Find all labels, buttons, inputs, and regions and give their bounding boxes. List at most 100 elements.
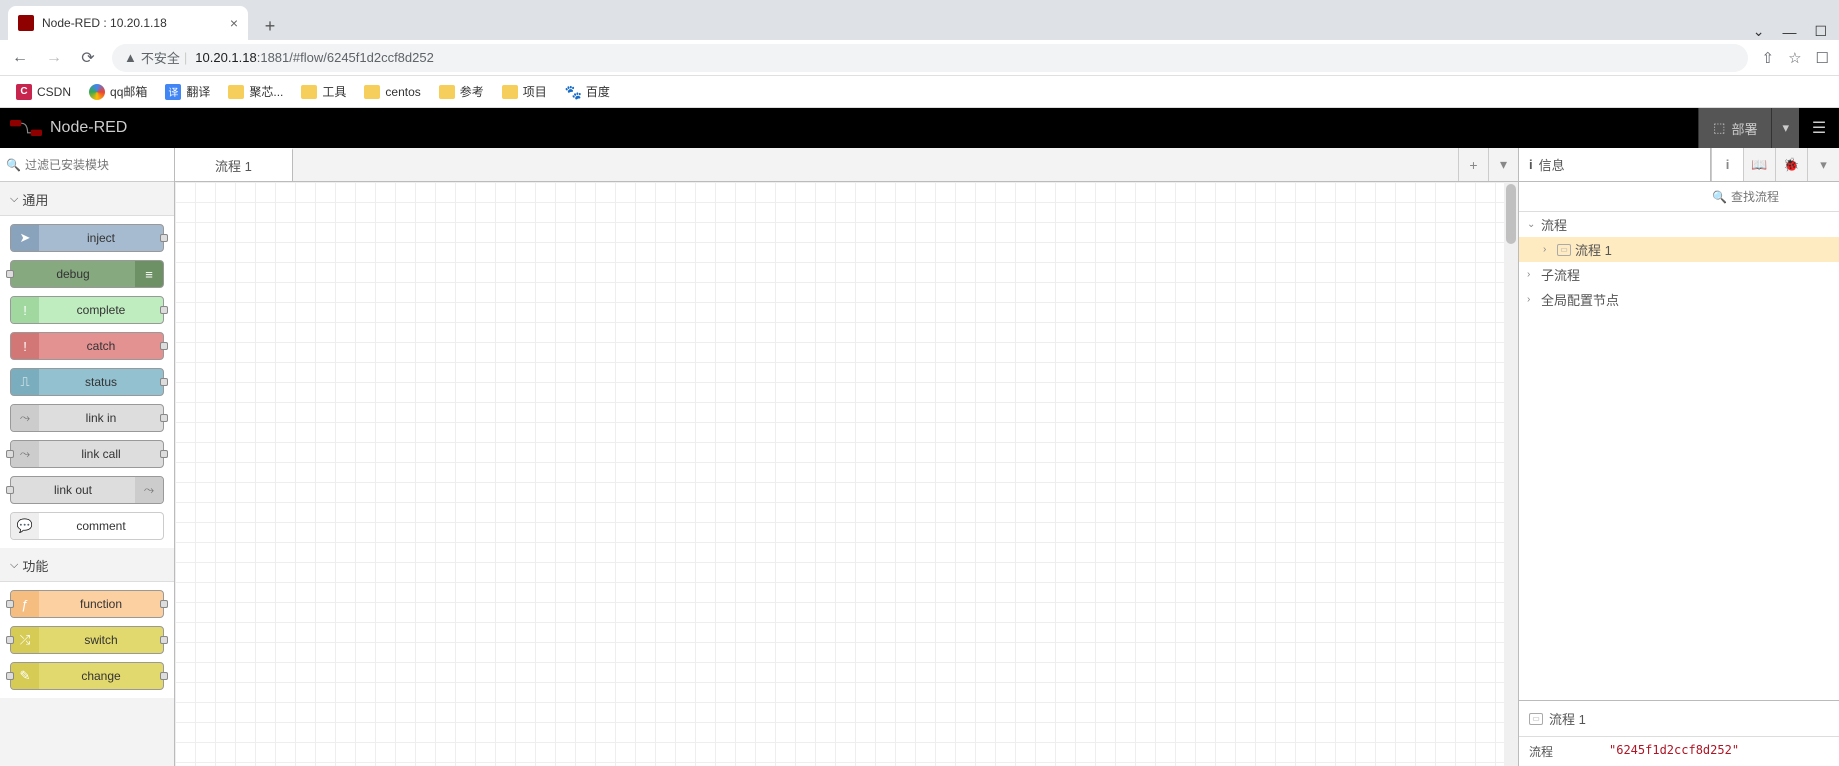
node-output-port[interactable]: [160, 672, 168, 680]
maximize-icon[interactable]: ☐: [1814, 23, 1827, 40]
sidebar-tab-info-icon[interactable]: i: [1711, 148, 1743, 181]
bookmark-item[interactable]: 参考: [433, 80, 490, 103]
deploy-dropdown-button[interactable]: ▾: [1771, 108, 1799, 148]
forward-button[interactable]: →: [44, 49, 64, 67]
palette-node-link-in[interactable]: ⤳link in: [10, 404, 164, 432]
browser-tab[interactable]: Node-RED : 10.20.1.18 ×: [8, 6, 248, 40]
node-input-port[interactable]: [6, 636, 14, 644]
main-menu-button[interactable]: ☰: [1799, 108, 1839, 148]
node-label: function: [39, 597, 163, 611]
chevron-down-icon[interactable]: ⌄: [1753, 23, 1765, 40]
minimize-icon[interactable]: —: [1782, 24, 1796, 40]
node-input-port[interactable]: [6, 270, 14, 278]
bookmark-label: 翻译: [186, 83, 210, 100]
node-label: comment: [39, 519, 163, 533]
sidebar-search[interactable]: 🔍: [1519, 182, 1839, 212]
tree-global-config-root[interactable]: › 全局配置节点: [1519, 287, 1839, 312]
node-label: catch: [39, 339, 163, 353]
flow-list-button[interactable]: ▾: [1488, 148, 1518, 181]
share-icon[interactable]: ⇧: [1762, 49, 1775, 67]
bookmark-item[interactable]: 🐾百度: [559, 80, 616, 103]
tree-flows-root[interactable]: ⌄ 流程: [1519, 212, 1839, 237]
node-input-port[interactable]: [6, 600, 14, 608]
canvas-scrollbar[interactable]: [1504, 182, 1518, 766]
sidebar-tab-help-icon[interactable]: 📖: [1743, 148, 1775, 181]
node-type-icon: ➤: [11, 225, 39, 251]
extensions-icon[interactable]: ☐: [1816, 49, 1829, 67]
bookmark-label: centos: [385, 85, 420, 99]
sidebar-tab-more-icon[interactable]: ▾: [1807, 148, 1839, 181]
node-output-port[interactable]: [160, 450, 168, 458]
bookmark-label: qq邮箱: [110, 83, 147, 100]
app-name: Node-RED: [50, 119, 127, 137]
chevron-down-icon: ▾: [1782, 120, 1789, 136]
tree-flow-item[interactable]: › ▭ 流程 1: [1519, 237, 1839, 262]
palette-node-link-call[interactable]: ⤳link call: [10, 440, 164, 468]
flow-canvas[interactable]: [175, 182, 1518, 766]
new-tab-button[interactable]: +: [256, 12, 284, 40]
workspace: 流程 1 + ▾: [175, 148, 1519, 766]
close-tab-icon[interactable]: ×: [230, 15, 238, 31]
palette-node-debug[interactable]: debug≡: [10, 260, 164, 288]
flow-tree: ⌄ 流程 › ▭ 流程 1 › 子流程 › 全局配置节点: [1519, 212, 1839, 700]
palette-category-header[interactable]: 通用: [0, 182, 174, 216]
add-flow-button[interactable]: +: [1458, 148, 1488, 181]
back-button[interactable]: ←: [10, 49, 30, 67]
sidebar-tab-info[interactable]: i 信息: [1519, 148, 1711, 181]
bookmark-item[interactable]: qq邮箱: [83, 80, 153, 103]
node-output-port[interactable]: [160, 306, 168, 314]
palette-node-function[interactable]: ƒfunction: [10, 590, 164, 618]
palette-node-change[interactable]: ✎change: [10, 662, 164, 690]
bookmark-label: 聚芯...: [249, 83, 283, 100]
bookmark-item[interactable]: 译翻译: [159, 80, 216, 103]
palette-node-comment[interactable]: 💬comment: [10, 512, 164, 540]
bookmark-item[interactable]: centos: [358, 82, 426, 102]
bookmark-item[interactable]: 项目: [496, 80, 553, 103]
node-output-port[interactable]: [160, 414, 168, 422]
palette-node-complete[interactable]: !complete: [10, 296, 164, 324]
bookmark-label: 百度: [586, 83, 610, 100]
caret-icon: ›: [1543, 244, 1553, 255]
tree-label: 全局配置节点: [1541, 290, 1619, 309]
bookmark-item[interactable]: 聚芯...: [222, 80, 289, 103]
palette-category-header[interactable]: 功能: [0, 548, 174, 582]
node-output-port[interactable]: [160, 636, 168, 644]
app-logo[interactable]: Node-RED: [10, 118, 127, 138]
palette-node-catch[interactable]: !catch: [10, 332, 164, 360]
node-output-port[interactable]: [160, 342, 168, 350]
palette-node-inject[interactable]: ➤inject: [10, 224, 164, 252]
node-type-icon: ⤮: [11, 627, 39, 653]
scrollbar-thumb[interactable]: [1506, 184, 1516, 244]
palette-node-switch[interactable]: ⤮switch: [10, 626, 164, 654]
security-indicator[interactable]: ▲ 不安全 |: [124, 48, 187, 67]
bookmarks-bar: CCSDN qq邮箱译翻译 聚芯... 工具 centos 参考项目 🐾百度: [0, 76, 1839, 108]
reload-button[interactable]: ⟳: [78, 48, 98, 68]
tree-subflows-root[interactable]: › 子流程: [1519, 262, 1839, 287]
node-palette: 🔍 通用 ➤inject debug≡ !complete !catch ⎍status ⤳…: [0, 148, 175, 766]
folder-icon: [301, 85, 317, 99]
palette-node-link-out[interactable]: link out⤳: [10, 476, 164, 504]
palette-search[interactable]: 🔍: [0, 148, 174, 182]
sidebar-search-input[interactable]: [1731, 190, 1831, 204]
node-output-port[interactable]: [160, 378, 168, 386]
node-input-port[interactable]: [6, 450, 14, 458]
palette-node-status[interactable]: ⎍status: [10, 368, 164, 396]
node-label: change: [39, 669, 163, 683]
flow-tab[interactable]: 流程 1: [175, 148, 293, 181]
deploy-icon: ⬚: [1713, 120, 1725, 136]
url-input[interactable]: ▲ 不安全 | 10.20.1.18:1881/#flow/6245f1d2cc…: [112, 44, 1748, 72]
node-output-port[interactable]: [160, 234, 168, 242]
node-output-port[interactable]: [160, 600, 168, 608]
bookmark-item[interactable]: 工具: [295, 80, 352, 103]
deploy-button[interactable]: ⬚ 部署: [1698, 108, 1771, 148]
palette-search-input[interactable]: [25, 158, 180, 172]
sidebar-footer: ▭ 流程 1 流程 "6245f1d2ccf8d252": [1519, 700, 1839, 766]
node-input-port[interactable]: [6, 672, 14, 680]
warning-icon: ▲: [124, 50, 137, 65]
bookmark-item[interactable]: CCSDN: [10, 81, 77, 103]
security-label: 不安全: [141, 48, 180, 67]
node-label: link out: [11, 483, 135, 497]
node-input-port[interactable]: [6, 486, 14, 494]
sidebar-tab-debug-icon[interactable]: 🐞: [1775, 148, 1807, 181]
star-icon[interactable]: ☆: [1788, 49, 1801, 67]
